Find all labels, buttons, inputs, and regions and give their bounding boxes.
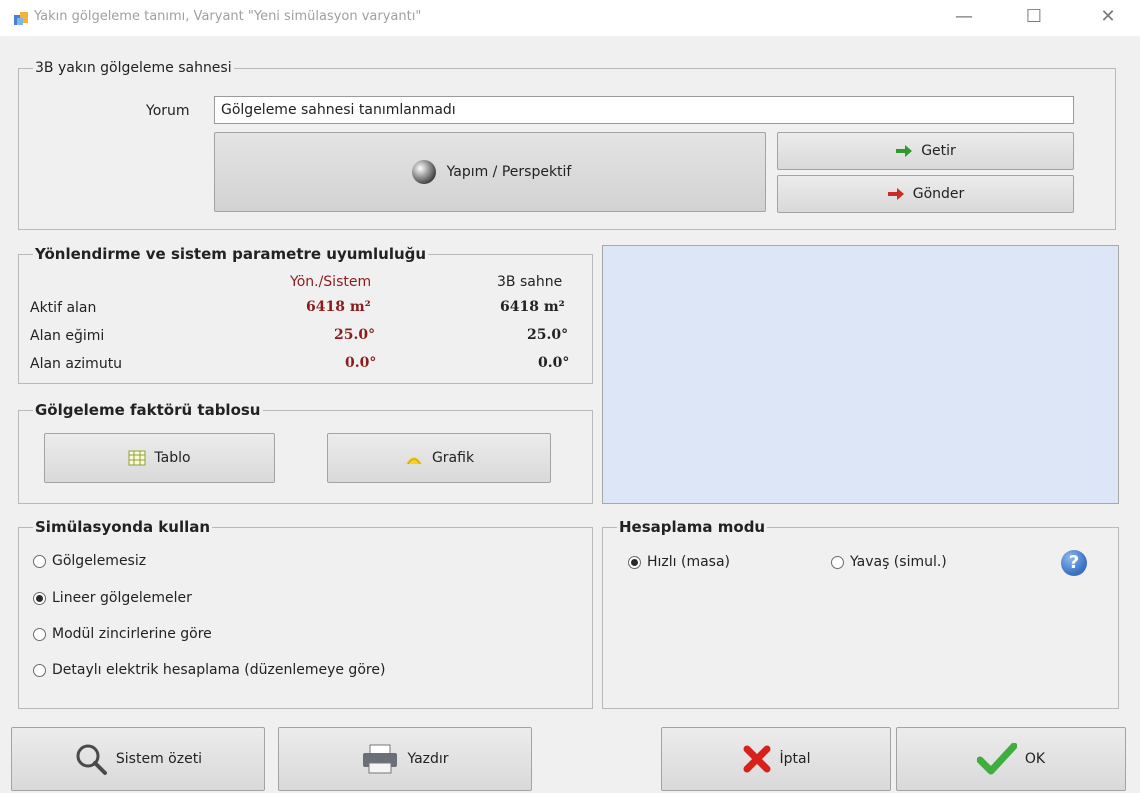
table-grid-icon <box>128 450 146 466</box>
row-sys-active-area: 6418 m² <box>306 299 371 315</box>
window-title: Yakın gölgeleme tanımı, Varyant "Yeni si… <box>34 9 422 24</box>
comment-label: Yorum <box>146 103 190 119</box>
row-scene-azimuth: 0.0° <box>538 355 570 371</box>
radio-linear-shading-dot[interactable] <box>33 591 46 605</box>
import-button[interactable]: Getir <box>777 132 1074 170</box>
cancel-label: İptal <box>779 751 811 767</box>
comment-input[interactable] <box>214 96 1074 124</box>
radio-slow-mode[interactable]: Yavaş (simul.) <box>831 554 947 570</box>
row-sys-tilt: 25.0° <box>334 327 376 343</box>
factor-group-label: Gölgeleme faktörü tablosu <box>33 401 263 419</box>
red-x-icon <box>743 745 770 773</box>
row-scene-active-area: 6418 m² <box>500 299 565 315</box>
ok-label: OK <box>1024 751 1046 767</box>
table-button[interactable]: Tablo <box>44 433 275 483</box>
export-label: Gönder <box>912 186 965 202</box>
radio-linear-shading[interactable]: Lineer gölgelemeler <box>33 590 192 606</box>
radio-fast-mode[interactable]: Hızlı (masa) <box>628 554 730 570</box>
radio-detailed-electrical[interactable]: Detaylı elektrik hesaplama (düzenlemeye … <box>33 662 385 678</box>
print-button[interactable]: Yazdır <box>278 727 532 791</box>
radio-no-shading-label: Gölgelemesiz <box>52 553 147 569</box>
cancel-button[interactable]: İptal <box>661 727 891 791</box>
graph-button[interactable]: Grafik <box>327 433 551 483</box>
magnifier-icon <box>76 744 107 775</box>
radio-detailed-electrical-dot[interactable] <box>33 663 46 677</box>
app-icon <box>14 12 28 25</box>
printer-icon <box>363 744 398 774</box>
radio-slow-mode-dot[interactable] <box>831 555 844 569</box>
minimize-button[interactable]: — <box>942 4 986 30</box>
use-group-label: Simülasyonda kullan <box>33 518 213 536</box>
help-icon[interactable]: ? <box>1061 550 1087 576</box>
sphere-icon <box>411 160 436 184</box>
export-button[interactable]: Gönder <box>777 175 1074 213</box>
radio-fast-mode-dot[interactable] <box>628 555 641 569</box>
print-label: Yazdır <box>407 751 449 767</box>
calc-group-label: Hesaplama modu <box>617 518 768 536</box>
import-label: Getir <box>921 143 956 159</box>
compat-group-label: Yönlendirme ve sistem parametre uyumlulu… <box>33 245 429 263</box>
compat-col-scene-header: 3B sahne <box>497 274 563 290</box>
radio-no-shading-dot[interactable] <box>33 554 46 568</box>
radio-detailed-electrical-label: Detaylı elektrik hesaplama (düzenlemeye … <box>52 662 386 678</box>
sun-graph-icon <box>405 457 422 465</box>
arrow-right-green-icon <box>896 145 913 157</box>
construct-perspective-button[interactable]: Yapım / Perspektif <box>214 132 766 212</box>
radio-slow-mode-label: Yavaş (simul.) <box>850 554 947 570</box>
close-button[interactable]: ✕ <box>1086 4 1130 30</box>
title-bar: Yakın gölgeleme tanımı, Varyant "Yeni si… <box>0 0 1140 36</box>
row-label-tilt: Alan eğimi <box>30 328 105 344</box>
radio-no-shading[interactable]: Gölgelemesiz <box>33 553 146 569</box>
radio-linear-shading-label: Lineer gölgelemeler <box>52 590 192 606</box>
system-summary-label: Sistem özeti <box>115 751 203 767</box>
system-summary-button[interactable]: Sistem özeti <box>11 727 265 791</box>
radio-fast-mode-label: Hızlı (masa) <box>647 554 731 570</box>
graph-label: Grafik <box>431 450 475 466</box>
radio-module-strings-label: Modül zincirlerine göre <box>52 626 212 642</box>
arrow-right-red-icon <box>887 188 904 200</box>
row-scene-tilt: 25.0° <box>527 327 569 343</box>
construct-perspective-label: Yapım / Perspektif <box>446 164 572 180</box>
row-label-azimuth: Alan azimutu <box>30 356 123 372</box>
table-label: Tablo <box>154 450 191 466</box>
ok-button[interactable]: OK <box>896 727 1126 791</box>
scene-preview-panel <box>602 245 1119 504</box>
radio-module-strings[interactable]: Modül zincirlerine göre <box>33 626 212 642</box>
compat-col-system-header: Yön./Sistem <box>290 274 372 290</box>
maximize-button[interactable]: ☐ <box>1012 4 1056 30</box>
radio-module-strings-dot[interactable] <box>33 627 46 641</box>
scene-group-label: 3B yakın gölgeleme sahnesi <box>33 59 234 77</box>
row-label-active-area: Aktif alan <box>30 300 97 316</box>
green-check-icon <box>976 743 1017 775</box>
row-sys-azimuth: 0.0° <box>345 355 377 371</box>
